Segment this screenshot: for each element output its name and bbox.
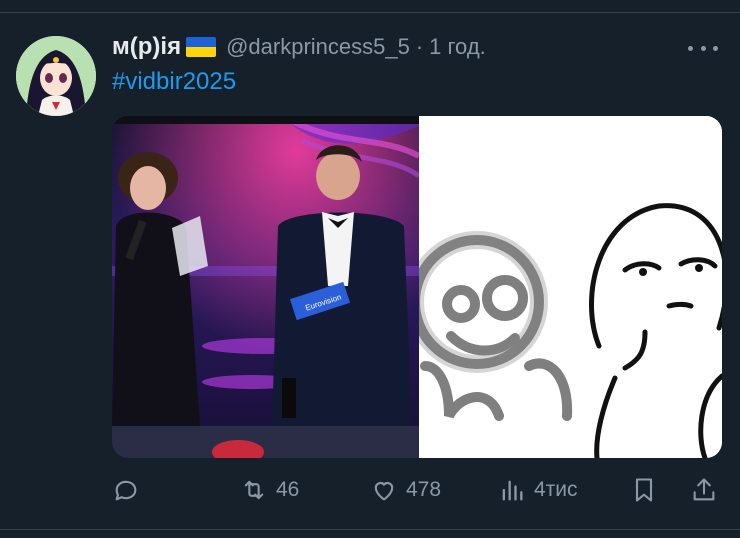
repost-count: 46 [276,478,300,501]
display-name[interactable]: м(р)ія [112,33,181,61]
like-count: 478 [406,478,442,501]
media-grid: Eurovision [112,116,722,458]
post-time[interactable]: 1 год. [429,34,486,60]
hashtag-link[interactable]: #vidbir2025 [112,68,236,96]
repost-icon [244,480,264,500]
bookmark-button[interactable] [630,470,658,510]
repost-button[interactable]: 46 [240,470,299,510]
like-button[interactable]: 478 [370,470,441,510]
reply-button[interactable] [112,470,140,510]
views-count: 4тис [534,478,578,501]
media-photo-meme[interactable] [419,116,722,458]
views-icon [502,480,523,501]
share-button[interactable] [690,470,718,510]
top-divider [0,0,740,13]
post-header: м(р)ія @darkprincess5_5 · 1 год. [112,30,486,64]
bookmark-icon [635,478,653,502]
share-icon [693,478,715,501]
like-icon [374,482,394,501]
action-bar: 46 478 4тис [112,470,722,510]
avatar[interactable] [16,36,96,116]
ukraine-flag-icon [186,37,217,57]
user-handle[interactable]: @darkprincess5_5 [226,34,410,60]
views-button[interactable]: 4тис [498,470,578,510]
reply-icon [115,480,137,501]
media-photo-stage[interactable]: Eurovision [112,116,419,458]
more-icon[interactable] [688,38,718,58]
separator-dot: · [415,34,424,59]
bottom-divider [0,529,740,538]
